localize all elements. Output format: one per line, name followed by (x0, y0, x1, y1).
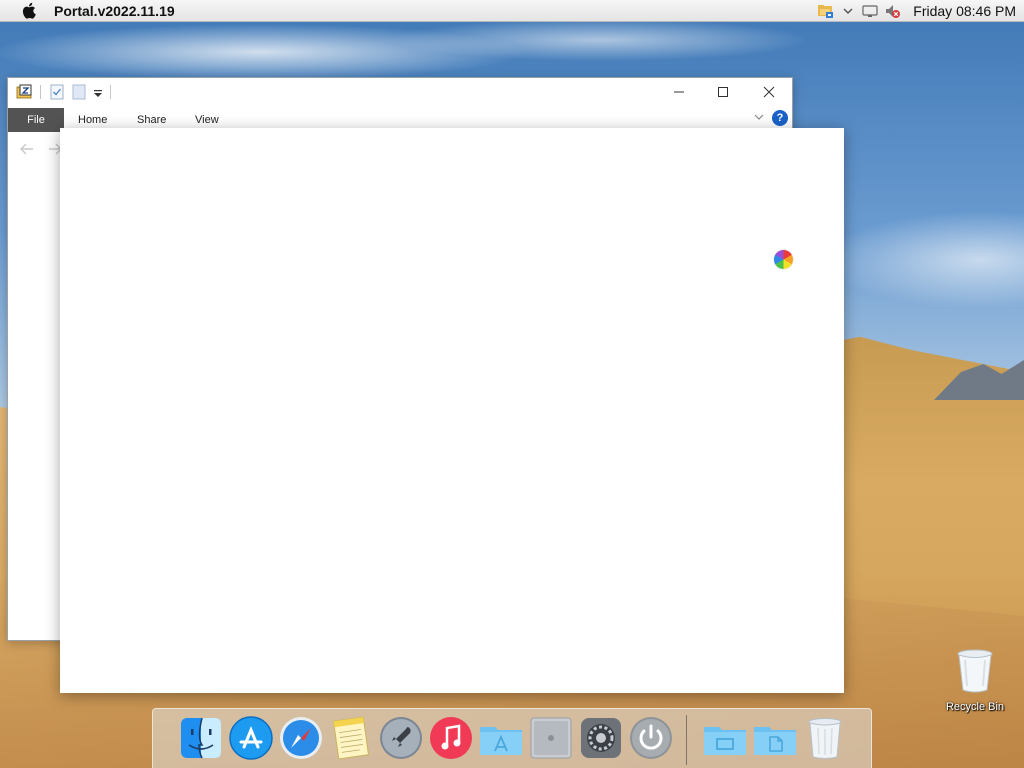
dock-downloads-folder-icon[interactable] (752, 715, 798, 761)
dock-trash-icon[interactable] (802, 715, 848, 761)
dock-finder-icon[interactable] (178, 715, 224, 761)
dock (152, 708, 872, 768)
dock-system-preferences-icon[interactable] (578, 715, 624, 761)
folder-properties-icon[interactable] (16, 84, 34, 105)
dock-notes-icon[interactable] (328, 715, 374, 761)
chevron-down-icon[interactable] (839, 3, 857, 19)
dock-power-icon[interactable] (628, 715, 674, 761)
volume-muted-icon[interactable] (883, 3, 901, 19)
dock-app-store-icon[interactable] (228, 715, 274, 761)
dock-music-icon[interactable] (428, 715, 474, 761)
menu-clock[interactable]: Friday 08:46 PM (913, 3, 1016, 19)
quick-access-dropdown-icon[interactable] (94, 86, 102, 104)
help-icon[interactable]: ? (772, 110, 788, 126)
dock-applications-folder-icon[interactable] (478, 715, 524, 761)
dock-safari-icon[interactable] (278, 715, 324, 761)
recycle-bin-icon (957, 649, 993, 693)
back-arrow-icon[interactable] (20, 142, 34, 159)
properties-check-icon[interactable] (50, 84, 64, 105)
explorer-titlebar[interactable] (8, 78, 792, 108)
network-folder-icon[interactable] (817, 3, 835, 19)
close-button[interactable] (746, 78, 792, 106)
dock-mac-pro-icon[interactable] (528, 715, 574, 761)
menubar-tray: Friday 08:46 PM (817, 0, 1016, 22)
dock-launchpad-icon[interactable] (378, 715, 424, 761)
quick-access-separator (110, 85, 111, 99)
ribbon-expand-icon[interactable] (754, 113, 764, 124)
desktop-recycle-bin[interactable]: Recycle Bin (936, 648, 1014, 713)
blank-app-window[interactable] (60, 128, 844, 693)
maximize-button[interactable] (700, 78, 746, 106)
display-icon[interactable] (861, 3, 879, 19)
apple-icon[interactable] (17, 2, 39, 19)
tab-file[interactable]: File (8, 108, 64, 132)
loading-spinner-icon (774, 250, 793, 269)
dock-documents-folder-icon[interactable] (702, 715, 748, 761)
menu-app-title[interactable]: Portal.v2022.11.19 (54, 3, 175, 19)
recycle-bin-label: Recycle Bin (945, 701, 1005, 713)
new-folder-icon[interactable] (72, 84, 86, 105)
minimize-button[interactable] (656, 78, 702, 106)
quick-access-separator (40, 85, 41, 99)
dock-separator (686, 715, 687, 765)
menu-bar: Portal.v2022.11.19 Friday 08:46 PM (0, 0, 1024, 22)
